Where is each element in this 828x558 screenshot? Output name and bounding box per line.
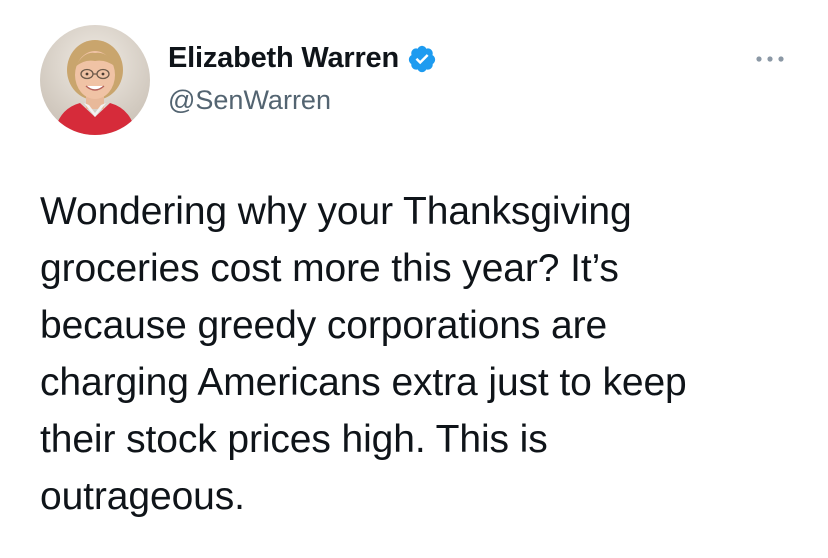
author-avatar[interactable] bbox=[40, 25, 150, 135]
verified-badge-icon bbox=[407, 44, 437, 74]
author-handle[interactable]: @SenWarren bbox=[168, 85, 331, 116]
author-name-row: Elizabeth Warren bbox=[168, 42, 437, 75]
more-options-button[interactable] bbox=[752, 45, 788, 73]
tweet-card: Elizabeth Warren @SenWarren Wondering wh… bbox=[0, 0, 828, 558]
more-options-icon bbox=[756, 56, 784, 62]
author-display-name[interactable]: Elizabeth Warren bbox=[168, 42, 399, 75]
profile-photo-icon bbox=[40, 25, 150, 135]
tweet-text: Wondering why your Thanksgiving grocerie… bbox=[40, 190, 687, 518]
